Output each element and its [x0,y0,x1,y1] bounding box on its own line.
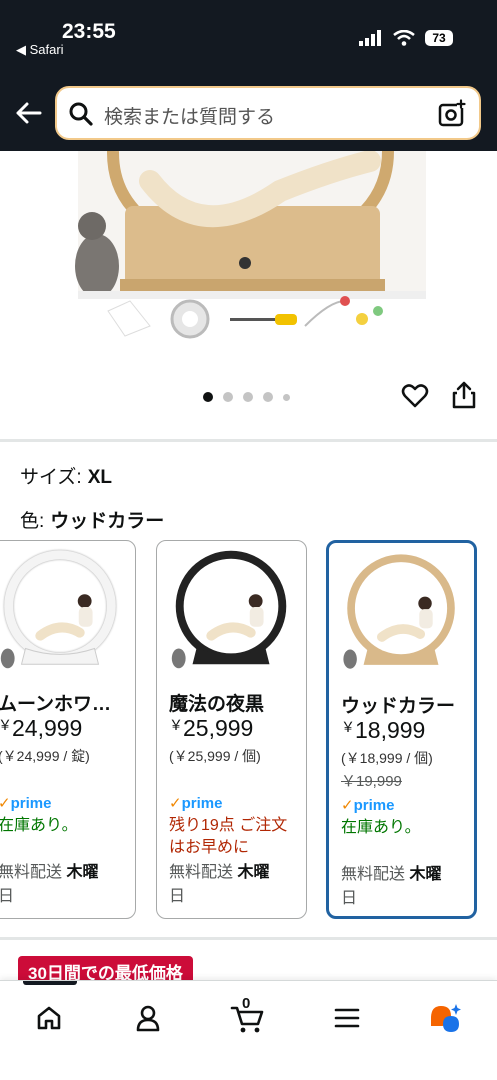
price-value: 24,999 [12,715,83,741]
status-time: 23:55 [62,20,116,43]
prime-badge: ✓prime [0,794,51,812]
bottom-nav: 0 [0,980,497,1080]
menu-icon [334,1008,360,1028]
active-tab-indicator [23,981,77,985]
carousel-dot [223,392,233,402]
variation-card[interactable]: 魔法の夜黒 ￥25,999 (￥25,999 / 個) ✓prime 残り19点… [156,540,307,919]
nav-home[interactable] [19,993,79,1043]
color-selection: 色: ウッドカラー [20,506,164,533]
account-icon [136,1005,160,1032]
variation-card[interactable]: ムーンホワ… ￥24,999 (￥24,999 / 錠) ✓prime 在庫あり… [0,540,136,919]
price-value: 25,999 [183,715,254,741]
stock-status: 残り19点 ご注文はお早めに [169,817,288,856]
search-bar[interactable]: 検索または質問する [55,86,481,140]
variation-image [171,550,287,669]
stock-status: 在庫あり。 [341,819,421,836]
nav-menu[interactable] [317,993,377,1043]
variation-image [0,550,116,669]
prime-label: prime [181,795,223,812]
delivery-suffix: 日 [341,890,358,907]
status-icons: 73 [359,30,453,46]
wifi-icon [393,30,415,46]
carousel-dot [283,393,290,401]
currency-symbol: ￥ [341,719,355,735]
delivery-day: 木曜 [409,866,442,883]
variation-image [343,554,455,669]
unit-price: (￥24,999 / 錠) [0,748,90,764]
carousel-dot [203,392,213,402]
prime-check-icon: ✓ [169,795,182,812]
nav-rufus[interactable] [415,993,475,1043]
camera-search-icon[interactable] [437,99,467,129]
delivery-prefix: 無料配送 [341,866,410,883]
currency-symbol: ￥ [169,717,183,733]
variation-name: ウッドカラー [341,696,456,717]
color-value: ウッドカラー [50,511,165,532]
section-divider [0,937,497,940]
size-selection: サイズ: XL [20,462,112,489]
battery-indicator: 73 [425,30,453,46]
variation-name: ムーンホワ… [0,694,112,715]
carousel-dots [203,392,290,402]
currency-symbol: ￥ [0,717,12,733]
delivery-prefix: 無料配送 [0,864,67,881]
back-to-safari-link[interactable]: ◀ Safari [16,42,64,58]
delivery-info: 無料配送 木曜日 [169,861,299,909]
size-label: サイズ: [20,467,82,488]
nav-cart[interactable]: 0 [218,993,278,1043]
list-price: ￥19,999 [341,773,402,790]
delivery-prefix: 無料配送 [169,864,238,881]
price-value: 18,999 [355,717,426,743]
search-icon [69,102,93,126]
delivery-day: 木曜 [237,864,270,881]
carousel-dot [243,392,253,402]
deal-badge: 30日間での最低価格 [18,956,193,983]
app-screen: 23:55 ◀ Safari 73 検索または質問する サイズ: XL 色: ウ… [0,0,497,1080]
stock-status: 在庫あり。 [0,817,78,834]
delivery-info: 無料配送 木曜日 [0,861,128,909]
prime-check-icon: ✓ [341,797,354,814]
size-value: XL [87,467,112,488]
color-label: 色: [20,511,45,532]
delivery-suffix: 日 [0,888,14,905]
delivery-suffix: 日 [169,888,186,905]
unit-price: (￥25,999 / 個) [169,748,261,764]
signal-icon [359,30,381,46]
variation-card[interactable]: ウッドカラー ￥18,999 (￥18,999 / 個) ￥19,999 ✓pr… [326,540,477,919]
rufus-assistant-icon [431,1004,461,1032]
share-icon[interactable] [451,380,477,410]
prime-badge: ✓prime [341,796,394,814]
section-divider [0,439,497,442]
prime-check-icon: ✓ [0,795,11,812]
nav-account[interactable] [118,993,178,1043]
cart-count: 0 [242,995,251,1012]
variation-price: ￥24,999 [0,715,82,742]
delivery-day: 木曜 [66,864,99,881]
back-arrow-icon[interactable] [12,97,44,129]
carousel-dot [263,392,273,402]
variation-price: ￥25,999 [169,715,253,742]
header-bar: 23:55 ◀ Safari 73 検索または質問する [0,0,497,151]
home-icon [37,1006,61,1030]
search-input[interactable]: 検索または質問する [104,102,275,129]
prime-label: prime [10,795,52,812]
variation-price: ￥18,999 [341,717,425,744]
prime-label: prime [353,797,395,814]
prime-badge: ✓prime [169,794,222,812]
heart-icon[interactable] [401,382,429,410]
variation-name: 魔法の夜黒 [169,694,265,715]
delivery-info: 無料配送 木曜日 [341,863,471,911]
unit-price: (￥18,999 / 個) [341,750,433,766]
